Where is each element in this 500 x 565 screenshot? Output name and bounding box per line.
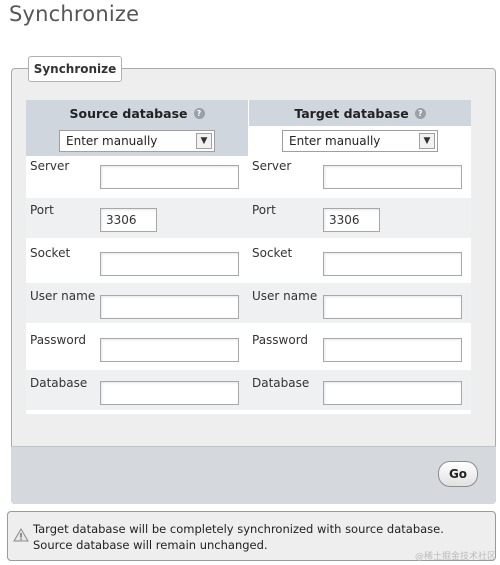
form-footer [11,446,496,504]
source-password-input[interactable] [100,338,239,362]
source-server-input[interactable] [100,165,239,189]
source-socket-input[interactable] [100,252,239,276]
target-server-input[interactable] [323,165,462,189]
source-method-select[interactable]: Enter manually ▼ [59,130,215,152]
target-server-label: Server [252,159,292,173]
target-database-input[interactable] [323,381,462,405]
target-database-heading: Target database [294,105,409,121]
source-method-value: Enter manually [66,134,158,148]
target-password-label: Password [252,333,309,347]
chevron-down-icon[interactable]: ▼ [196,133,212,149]
source-port-input[interactable] [100,208,157,232]
source-port-label: Port [30,203,54,217]
target-database-label: Database [252,376,310,390]
target-username-label: User name [252,289,318,303]
target-method-value: Enter manually [289,134,381,148]
source-server-label: Server [30,159,70,173]
source-database-input[interactable] [100,381,239,405]
target-port-input[interactable] [323,208,380,232]
go-button[interactable]: Go [438,461,478,487]
source-password-label: Password [30,333,87,347]
source-username-input[interactable] [100,295,239,319]
target-socket-label: Socket [252,246,293,260]
source-database-header: Source database ? [26,100,248,126]
source-database-heading: Source database [69,105,188,121]
source-username-label: User name [30,289,96,303]
source-socket-label: Socket [30,246,71,260]
source-method-cell: Enter manually ▼ [26,126,248,156]
target-socket-input[interactable] [323,252,462,276]
page-title: Synchronize [9,2,140,26]
source-database-label: Database [30,376,88,390]
target-port-label: Port [252,203,276,217]
target-password-input[interactable] [323,338,462,362]
target-database-header: Target database ? [249,100,471,126]
port-row [26,198,471,238]
chevron-down-icon[interactable]: ▼ [419,133,435,149]
target-username-input[interactable] [323,295,462,319]
target-method-select[interactable]: Enter manually ▼ [282,130,438,152]
help-icon[interactable]: ? [193,107,205,119]
target-method-cell: Enter manually ▼ [249,126,471,156]
panel-legend: Synchronize [28,56,122,82]
warning-icon [13,528,29,542]
help-icon[interactable]: ? [414,107,426,119]
watermark: @稀土掘金技术社区 [414,552,496,562]
